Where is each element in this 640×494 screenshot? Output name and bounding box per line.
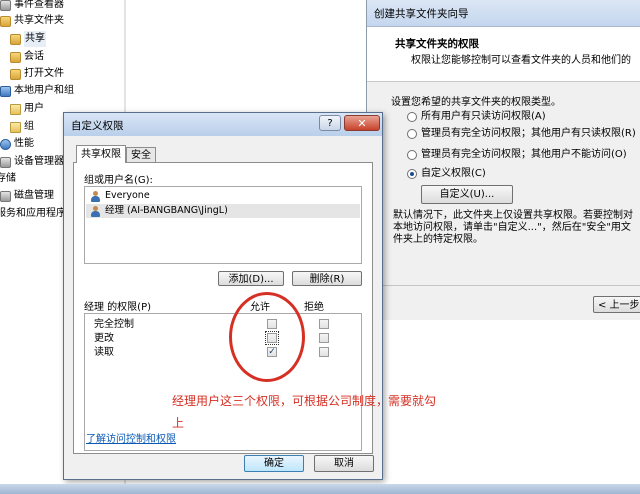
tree-item-shared-folders[interactable]: 共享文件夹: [0, 13, 64, 29]
user-list[interactable]: Everyone 经理 (AI-BANGBANG\JingL): [84, 186, 362, 264]
radio-button[interactable]: [407, 112, 417, 122]
share-folder-wizard: 创建共享文件夹向导 共享文件夹的权限 权限让您能够控制可以查看文件夹的人员和他们…: [366, 0, 640, 320]
deny-full-control-checkbox[interactable]: [319, 319, 329, 329]
tree-item-label: 打开文件: [24, 68, 64, 79]
tree-item-open-files[interactable]: 打开文件: [10, 66, 64, 82]
dialog-title-bar[interactable]: 自定义权限 ? ✕: [64, 113, 382, 136]
wizard-header: 共享文件夹的权限 权限让您能够控制可以查看文件夹的人员和他们的: [367, 27, 640, 82]
allow-change-checkbox[interactable]: [265, 331, 279, 345]
help-button[interactable]: ?: [319, 115, 341, 131]
tree-item-local-users-groups[interactable]: 本地用户和组: [0, 83, 74, 99]
deny-read-checkbox[interactable]: [319, 347, 329, 357]
wizard-prompt: 设置您希望的共享文件夹的权限类型。: [391, 97, 561, 108]
tree-item-groups[interactable]: 组: [10, 119, 34, 135]
radio-button[interactable]: [407, 129, 417, 139]
close-button[interactable]: ✕: [344, 115, 380, 131]
radio-label: 管理员有完全访问权限；其他用户有只读权限(R): [421, 128, 636, 139]
radio-button[interactable]: [407, 169, 417, 179]
users-group-icon: [91, 190, 101, 202]
add-button[interactable]: 添加(D)...: [218, 271, 284, 286]
tree-item-shares[interactable]: 共享: [10, 31, 46, 47]
allow-read-checkbox[interactable]: ✓: [267, 347, 277, 357]
folder-icon: [10, 103, 21, 115]
tree-item-storage[interactable]: 存储: [0, 171, 16, 187]
radio-label: 管理员有完全访问权限；其他用户不能访问(O): [421, 149, 627, 160]
tree-item-label: 性能: [14, 138, 34, 149]
permission-row-full-control: 完全控制: [85, 318, 361, 332]
wizard-header-subtitle: 权限让您能够控制可以查看文件夹的人员和他们的: [411, 55, 631, 66]
folder-icon: [10, 121, 21, 133]
tree-item-label: 组: [24, 121, 34, 132]
tree-item-performance[interactable]: 性能: [0, 136, 34, 152]
user-icon: [91, 205, 101, 217]
tree-item-label: 设备管理器: [14, 156, 64, 167]
open-files-icon: [10, 68, 21, 80]
tab-share-permissions[interactable]: 共享权限: [76, 145, 126, 163]
tree-item-label: 共享文件夹: [14, 15, 64, 26]
tree-item-label: 会话: [24, 51, 44, 62]
wizard-header-title: 共享文件夹的权限: [395, 38, 479, 50]
tree-item-sessions[interactable]: 会话: [10, 49, 44, 65]
local-users-groups-icon: [0, 85, 11, 97]
shared-folders-icon: [0, 15, 11, 27]
wizard-title: 创建共享文件夹向导: [374, 8, 469, 20]
user-name: Everyone: [105, 190, 150, 201]
remove-button[interactable]: 删除(R): [292, 271, 362, 286]
custom-permissions-dialog: 自定义权限 ? ✕ 共享权限 安全 组或用户名(G): Everyone 经理 …: [63, 112, 383, 480]
permission-name: 更改: [94, 333, 114, 344]
tree-item-disk-management[interactable]: 磁盘管理: [0, 188, 54, 204]
ok-button[interactable]: 确定: [244, 455, 304, 472]
tree-item-label: 磁盘管理: [14, 190, 54, 201]
permission-name: 完全控制: [94, 319, 134, 330]
taskbar-edge: [0, 484, 640, 494]
back-button[interactable]: < 上一步: [593, 296, 640, 313]
allow-header: 允许: [250, 302, 270, 313]
tree-item-device-manager[interactable]: 设备管理器: [0, 154, 64, 170]
permission-row-read: 读取 ✓: [85, 346, 361, 360]
tree-item-label: 本地用户和组: [14, 85, 74, 96]
group-user-label: 组或用户名(G):: [84, 175, 153, 186]
user-name: 经理 (AI-BANGBANG\JingL): [105, 205, 228, 216]
wizard-title-bar[interactable]: 创建共享文件夹向导: [367, 0, 640, 27]
radio-custom-permissions[interactable]: 自定义权限(C): [407, 167, 486, 181]
customize-button[interactable]: 自定义(U)...: [421, 185, 513, 204]
radio-read-only-all[interactable]: 所有用户有只读访问权限(A): [407, 110, 546, 124]
deny-header: 拒绝: [304, 302, 324, 313]
list-item-manager[interactable]: 经理 (AI-BANGBANG\JingL): [86, 204, 360, 218]
tree-item-event-viewer[interactable]: 事件查看器: [0, 0, 64, 13]
permissions-label: 经理 的权限(P): [84, 302, 152, 313]
tree-item-label: 服务和应用程序: [0, 208, 66, 219]
wizard-divider: [379, 285, 640, 286]
learn-access-control-link[interactable]: 了解访问控制和权限: [86, 430, 176, 445]
wizard-note: 默认情况下，此文件夹上仅设置共享权限。若要控制对本地访问权限，请单击"自定义..…: [393, 210, 633, 245]
tree-item-label: 存储: [0, 173, 16, 184]
radio-admin-full-others-none[interactable]: 管理员有完全访问权限；其他用户不能访问(O): [407, 148, 627, 162]
radio-button[interactable]: [407, 150, 417, 160]
device-manager-icon: [0, 156, 11, 168]
radio-admin-full-others-read[interactable]: 管理员有完全访问权限；其他用户有只读权限(R): [407, 127, 636, 141]
tree-item-users[interactable]: 用户: [10, 101, 44, 117]
tab-security[interactable]: 安全: [126, 147, 156, 162]
cancel-button[interactable]: 取消: [314, 455, 374, 472]
tree-item-label: 事件查看器: [14, 0, 64, 10]
event-viewer-icon: [0, 0, 11, 11]
radio-label: 所有用户有只读访问权限(A): [421, 111, 546, 122]
shares-icon: [10, 33, 21, 45]
sessions-icon: [10, 51, 21, 63]
permission-name: 读取: [94, 347, 114, 358]
allow-full-control-checkbox[interactable]: [267, 319, 277, 329]
radio-label: 自定义权限(C): [421, 168, 486, 179]
permission-row-change: 更改: [85, 331, 361, 346]
tree-item-label: 共享: [24, 31, 46, 47]
dialog-title: 自定义权限: [71, 120, 124, 132]
list-item-everyone[interactable]: Everyone: [86, 189, 360, 203]
deny-change-checkbox[interactable]: [319, 333, 329, 343]
tree-item-services-apps[interactable]: 服务和应用程序: [0, 206, 66, 222]
performance-icon: [0, 138, 11, 150]
disk-management-icon: [0, 190, 11, 202]
tree-item-label: 用户: [24, 103, 44, 114]
share-permissions-panel: 组或用户名(G): Everyone 经理 (AI-BANGBANG\JingL…: [73, 162, 373, 454]
